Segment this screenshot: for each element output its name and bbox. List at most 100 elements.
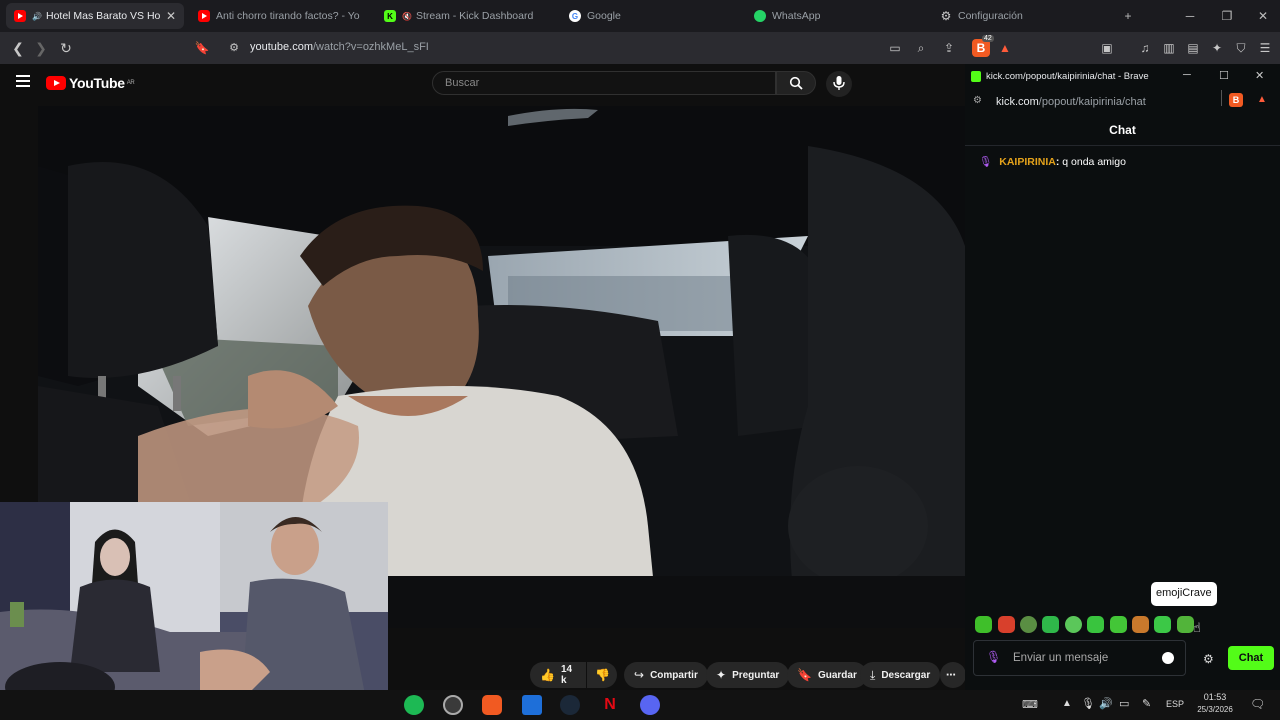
send-chat-button[interactable]: Chat (1228, 646, 1274, 670)
chat-header: Chat (965, 114, 1280, 146)
emoji-picker-icon[interactable] (1162, 652, 1174, 664)
download-button[interactable]: ⤓ Descargar (860, 662, 941, 688)
wallet-icon[interactable]: ▤ (1184, 39, 1202, 57)
save-button[interactable]: 🔖 Guardar (787, 662, 867, 688)
search-button[interactable] (776, 71, 816, 95)
emote-icon[interactable] (1154, 616, 1171, 633)
site-settings-icon[interactable]: ⚙ (224, 38, 244, 58)
emote-crave-icon[interactable] (1177, 616, 1194, 633)
kick-chat-popout: kick.com/popout/kaipirinia/chat - Brave … (965, 64, 1280, 690)
close-tab-icon[interactable]: ✕ (166, 9, 176, 23)
emote-icon[interactable] (1132, 616, 1149, 633)
like-count: 14 k (560, 664, 573, 686)
hamburger-menu-icon[interactable] (16, 75, 30, 87)
chat-input[interactable]: 🎙 Enviar un mensaje (973, 640, 1186, 676)
bookmark-icon[interactable]: 🔖 (192, 38, 212, 58)
minimize-icon[interactable]: ─ (1183, 69, 1191, 81)
popout-title-bar: kick.com/popout/kaipirinia/chat - Brave … (965, 64, 1280, 90)
maximize-icon[interactable]: ☐ (1219, 69, 1229, 82)
clock-date: 25/3/2026 (1197, 705, 1233, 714)
back-icon[interactable]: ❮ (8, 38, 28, 58)
network-icon[interactable]: ▭ (1119, 697, 1129, 710)
kick-icon: K (384, 10, 396, 22)
emote-icon[interactable] (1042, 616, 1059, 633)
sparkle-icon: ✦ (716, 668, 727, 682)
discord-icon[interactable] (640, 695, 660, 715)
clock[interactable]: 01:53 25/3/2026 (1190, 692, 1240, 714)
brave-rewards-icon[interactable]: ▲ (1257, 94, 1267, 105)
extensions-icon[interactable]: ✦ (1208, 39, 1226, 57)
steam-icon[interactable] (560, 695, 580, 715)
pen-icon[interactable]: ✎ (1142, 697, 1151, 710)
ask-button[interactable]: ✦ Preguntar (706, 662, 790, 688)
brave-shields-icon[interactable]: B (1229, 93, 1243, 107)
explorer-icon[interactable] (522, 695, 542, 715)
new-tab-button[interactable]: + (1118, 6, 1138, 26)
restore-icon[interactable]: ❐ (1217, 6, 1237, 26)
obs-icon[interactable] (443, 695, 463, 715)
reload-icon[interactable]: ↻ (56, 38, 76, 58)
tab-youtube-anti-chorro[interactable]: Anti chorro tirando factos? - YouT (190, 3, 368, 29)
share-button[interactable]: ↪ Compartir (624, 662, 708, 688)
vpn-shield-icon[interactable]: ⛉ (1232, 39, 1250, 57)
spotify-icon[interactable] (404, 695, 424, 715)
bookmark-icon: 🔖 (797, 668, 812, 682)
thumbs-down-icon: 👎 (595, 668, 610, 682)
google-icon: G (569, 10, 581, 22)
url-field[interactable]: youtube.com/watch?v=ozhkMeL_sFI (250, 41, 429, 53)
brave-icon[interactable] (482, 695, 502, 715)
like-button[interactable]: 👍 14 k (530, 662, 586, 688)
close-window-icon[interactable]: ✕ (1253, 6, 1273, 26)
emote-icon[interactable] (998, 616, 1015, 633)
keyboard-icon[interactable]: ⌨ (1022, 698, 1038, 711)
gear-icon: ⚙ (940, 9, 952, 23)
chat-settings-gear-icon[interactable]: ⚙ (1203, 652, 1214, 666)
tab-whatsapp[interactable]: WhatsApp (746, 3, 924, 29)
chevron-up-icon[interactable]: ▲ (1062, 698, 1072, 709)
close-window-icon[interactable]: ✕ (1255, 69, 1264, 82)
tab-title: Google (587, 10, 621, 22)
ask-label: Preguntar (732, 669, 780, 681)
youtube-logo[interactable]: YouTube AR (46, 75, 135, 91)
webcam-overlay (0, 502, 388, 720)
share-label: Compartir (650, 669, 698, 681)
emote-icon[interactable] (1087, 616, 1104, 633)
netflix-icon[interactable]: N (600, 695, 620, 715)
minimize-icon[interactable]: ─ (1180, 6, 1200, 26)
more-actions-button[interactable]: ⋯ (940, 662, 966, 688)
url-host: youtube.com (250, 41, 313, 53)
brave-rewards-icon[interactable]: ▲ (996, 39, 1014, 57)
microphone-badge-icon: 🎙 (979, 156, 993, 168)
language-indicator[interactable]: ESP (1166, 699, 1184, 709)
chat-username[interactable]: KAIPIRINIA (999, 156, 1056, 168)
emote-icon[interactable] (975, 616, 992, 633)
webcam-feed (0, 502, 388, 720)
sidebar-icon[interactable]: ▥ (1160, 39, 1178, 57)
menu-icon[interactable]: ☰ (1256, 39, 1274, 57)
dislike-button[interactable]: 👎 (587, 662, 617, 688)
emote-icon[interactable] (1110, 616, 1127, 633)
microphone-icon[interactable]: 🎙 (1081, 697, 1095, 710)
forward-icon[interactable]: ❯ (31, 38, 51, 58)
volume-icon[interactable]: 🔊 (1099, 697, 1113, 710)
tab-title: Stream - Kick Dashboard (416, 10, 534, 22)
search-input[interactable]: Buscar (432, 71, 776, 95)
speaker-icon: 🔊 (32, 11, 42, 21)
reading-list-icon[interactable]: ▣ (1098, 39, 1116, 57)
divider (1221, 90, 1222, 106)
emote-icon[interactable] (1020, 616, 1037, 633)
notifications-icon[interactable]: 🗨 (1250, 697, 1265, 711)
cast-icon[interactable]: ▭ (886, 39, 904, 57)
popout-url[interactable]: kick.com/popout/kaipirinia/chat (996, 96, 1146, 108)
tab-youtube-hotel[interactable]: 🔊 Hotel Mas Barato VS Hotel ✕ (6, 3, 184, 29)
zoom-icon[interactable]: ⌕ (912, 39, 930, 57)
music-icon[interactable]: ♫ (1136, 39, 1154, 57)
more-icon: ⋯ (946, 669, 956, 681)
tab-google[interactable]: G Google (561, 3, 739, 29)
emote-icon[interactable] (1065, 616, 1082, 633)
site-settings-icon[interactable]: ⚙ (973, 95, 982, 106)
tab-settings[interactable]: ⚙ Configuración (932, 3, 1110, 29)
share-icon[interactable]: ⇪ (940, 39, 958, 57)
voice-search-button[interactable] (826, 71, 852, 97)
tab-kick-dashboard[interactable]: K 🔇 Stream - Kick Dashboard (376, 3, 554, 29)
